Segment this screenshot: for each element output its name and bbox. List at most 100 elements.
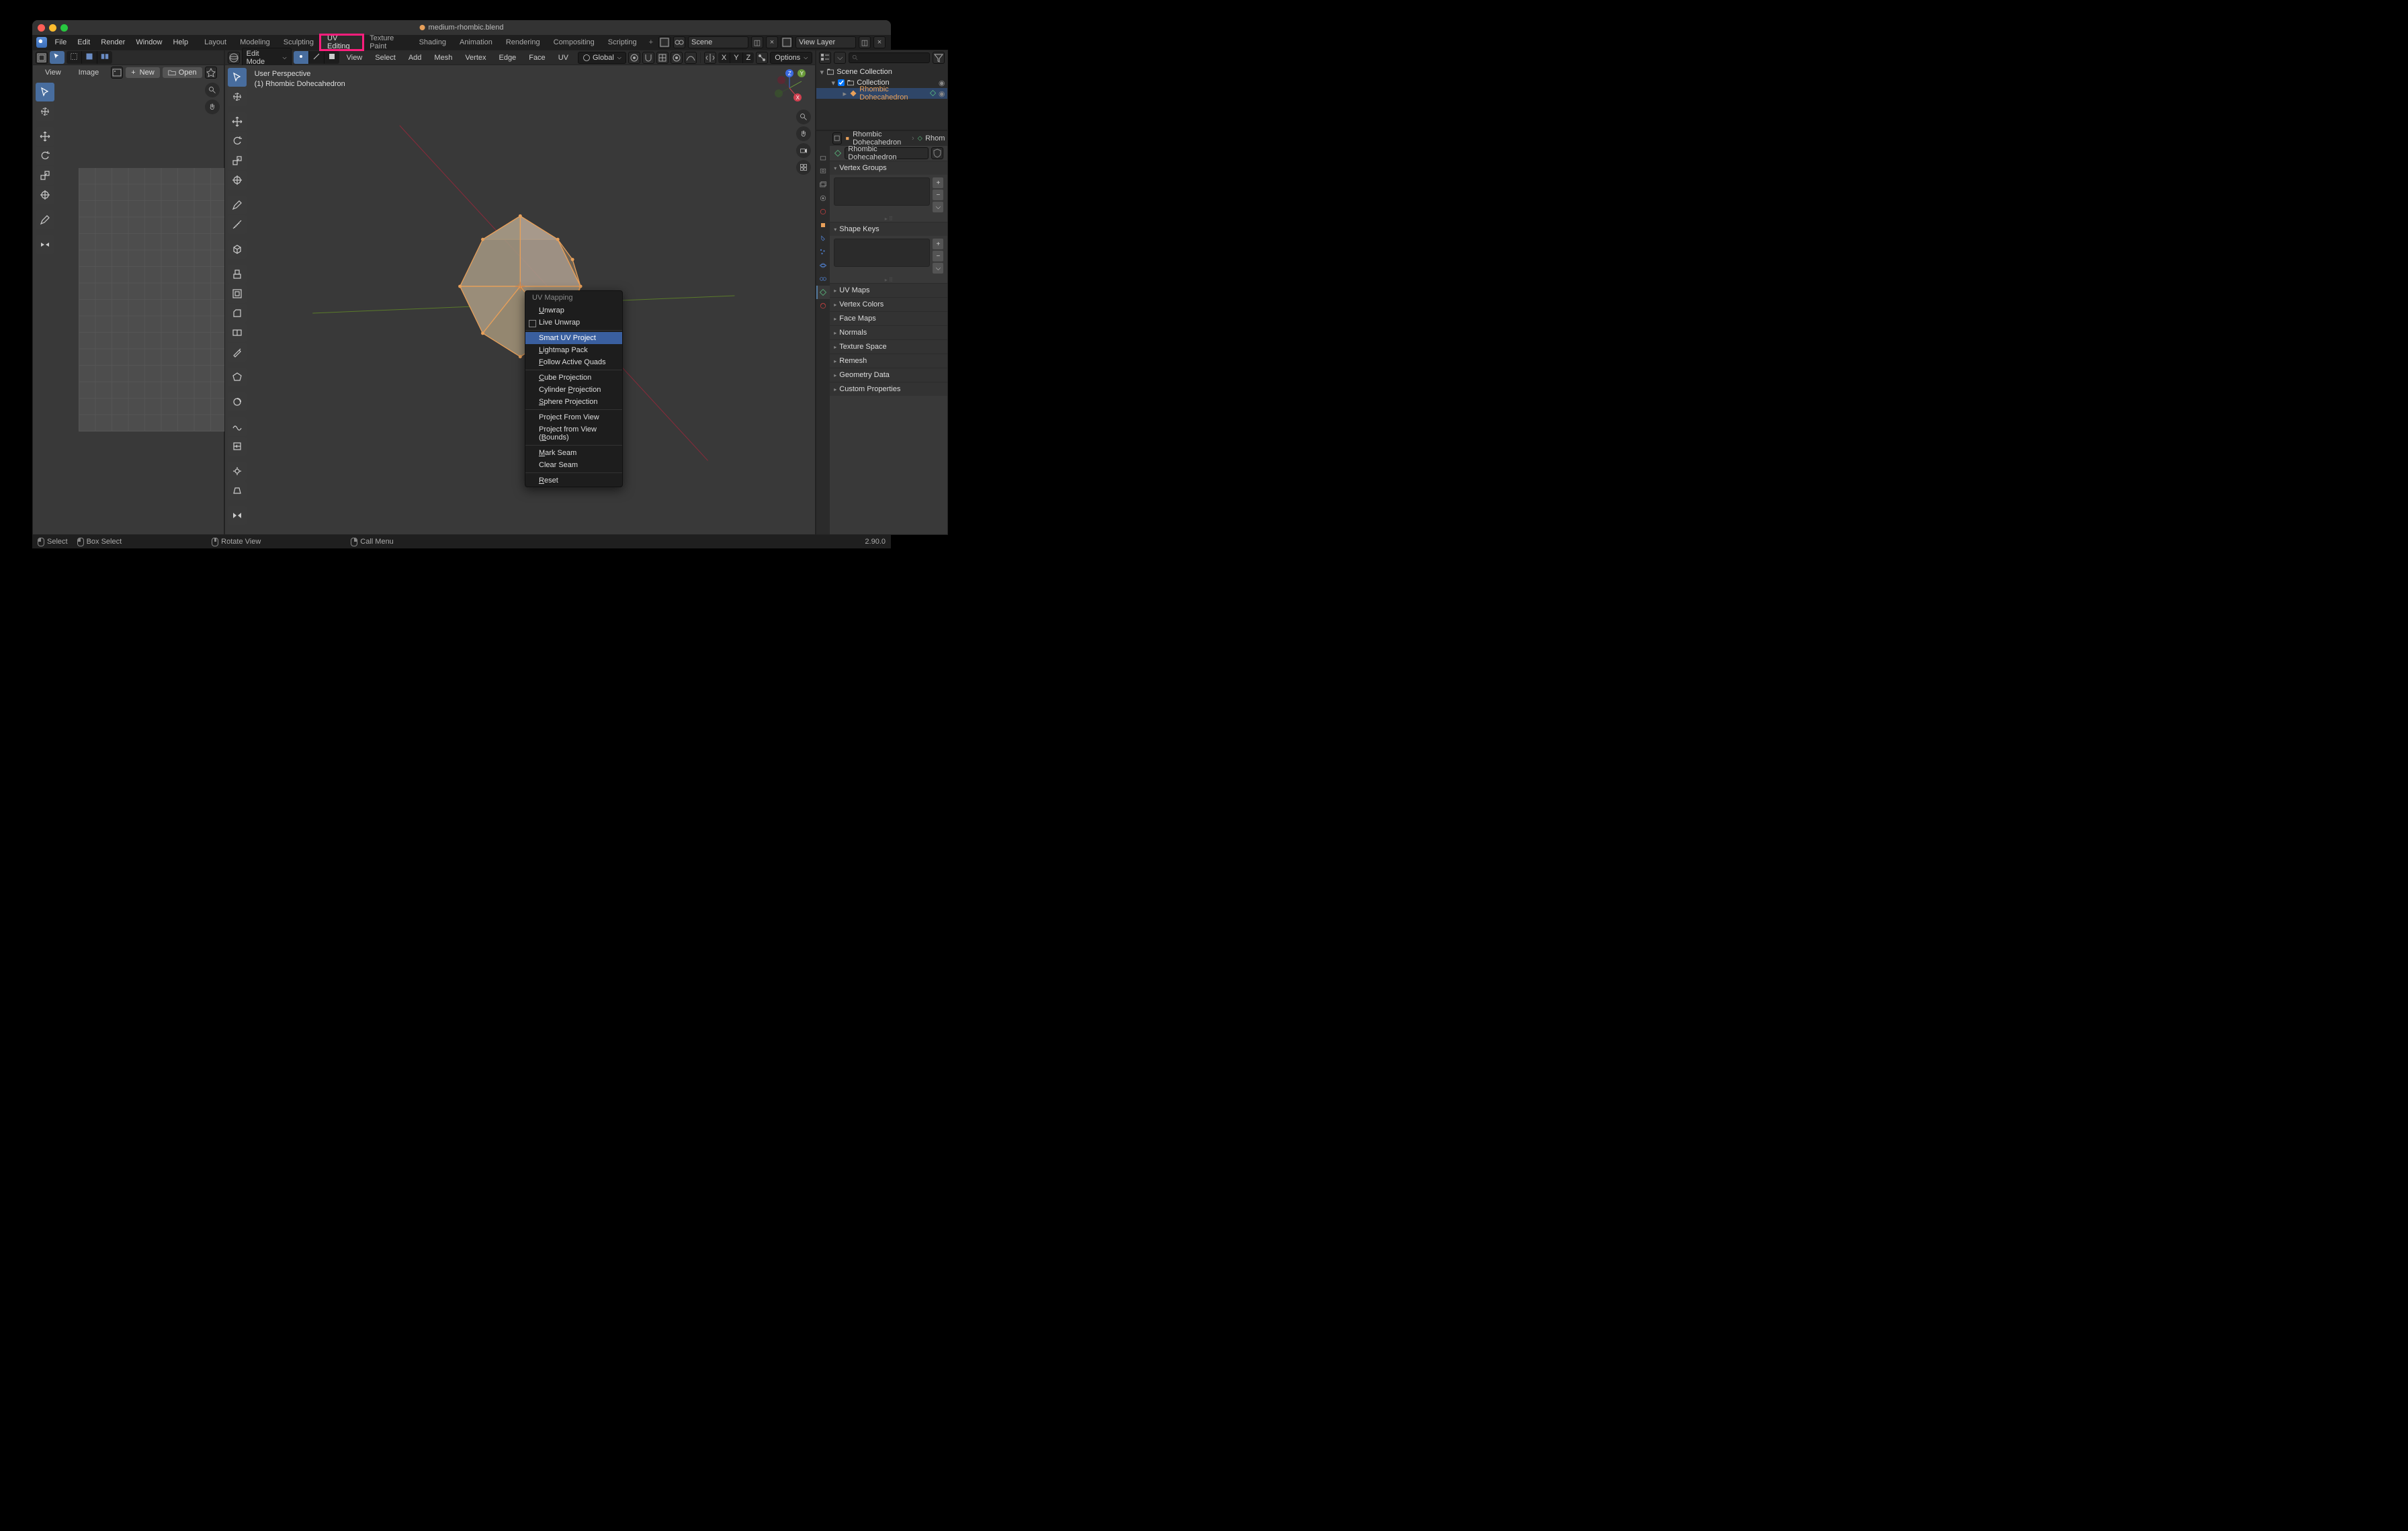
uv-sync-toggle[interactable]	[67, 51, 112, 64]
tree-scene-collection[interactable]: ▾ Scene Collection	[816, 67, 947, 77]
outliner-search[interactable]	[849, 52, 930, 63]
particle-tab-icon[interactable]	[816, 245, 830, 259]
vp-vertex-menu[interactable]: Vertex	[460, 50, 491, 65]
automerge-icon[interactable]	[756, 52, 768, 64]
menu-item-mark-seam[interactable]: Mark Seam	[525, 447, 622, 459]
vp-zoom-icon[interactable]	[796, 110, 811, 124]
workspace-tab-compositing[interactable]: Compositing	[547, 35, 601, 50]
annotate-tool[interactable]	[36, 210, 54, 229]
scene-link-icon[interactable]	[673, 36, 685, 48]
workspace-tab-uv-editing[interactable]: UV Editing	[320, 35, 363, 50]
section-vertex-groups[interactable]: Vertex Groups	[830, 161, 947, 175]
material-tab-icon[interactable]	[816, 299, 830, 313]
vp-edgeslide-tool[interactable]	[228, 437, 247, 456]
menu-item-sphere-projection[interactable]: Sphere Projection	[525, 396, 622, 408]
proportional-edit-icon[interactable]	[671, 52, 683, 64]
mirror-icon[interactable]	[704, 52, 716, 64]
window-menu[interactable]: Window	[130, 35, 167, 50]
remove-button[interactable]: −	[933, 251, 943, 261]
shield-icon[interactable]	[931, 147, 943, 159]
uv-image-menu[interactable]: Image	[73, 65, 105, 80]
edge-select-icon[interactable]	[309, 51, 325, 64]
vp-shear-tool[interactable]	[228, 481, 247, 500]
filter-icon[interactable]	[933, 52, 945, 64]
list-box[interactable]	[834, 177, 930, 206]
section-texture-space[interactable]: Texture Space	[830, 340, 947, 354]
pan-icon[interactable]	[205, 99, 220, 114]
vp-view-menu[interactable]: View	[341, 50, 368, 65]
mirror-axes[interactable]: X Y Z	[718, 52, 754, 63]
editor-type-icon[interactable]	[36, 52, 48, 64]
add-button[interactable]: +	[933, 177, 943, 188]
physics-tab-icon[interactable]	[816, 259, 830, 272]
vp-rip-tool[interactable]	[228, 506, 247, 525]
object-tab-icon[interactable]	[816, 218, 830, 232]
new-image-button[interactable]: New	[126, 67, 159, 78]
menu-item-smart-uv-project[interactable]: Smart UV Project	[525, 332, 622, 344]
pin-image-icon[interactable]	[205, 67, 217, 79]
workspace-tab-rendering[interactable]: Rendering	[499, 35, 547, 50]
vp-extrude-tool[interactable]	[228, 265, 247, 284]
viewport-canvas[interactable]: User Perspective (1) Rhombic Dohecahedro…	[225, 65, 816, 534]
mirror-x[interactable]: X	[718, 52, 730, 63]
remove-button[interactable]: −	[933, 190, 943, 200]
menu-item-follow-active-quads[interactable]: Follow Active Quads	[525, 356, 622, 368]
mesh-data-tab-icon[interactable]	[816, 286, 830, 299]
list-box[interactable]	[834, 239, 930, 267]
blender-logo-icon[interactable]	[36, 37, 47, 48]
minimize-window-button[interactable]	[49, 24, 56, 32]
display-mode-icon[interactable]: ⌵	[834, 52, 846, 64]
vp-select-tool[interactable]	[228, 68, 247, 87]
transform-tool[interactable]	[36, 185, 54, 204]
mirror-z[interactable]: Z	[743, 52, 755, 63]
mirror-y[interactable]: Y	[730, 52, 742, 63]
vp-perspective-icon[interactable]	[796, 160, 811, 175]
specials-button[interactable]: ⌵	[933, 263, 943, 274]
rip-tool[interactable]	[36, 235, 54, 254]
section-remesh[interactable]: Remesh	[830, 354, 947, 368]
workspace-tab-animation[interactable]: Animation	[453, 35, 499, 50]
file-menu[interactable]: File	[50, 35, 73, 50]
help-menu[interactable]: Help	[167, 35, 194, 50]
vertex-select-icon[interactable]	[294, 51, 309, 64]
zoom-icon[interactable]	[205, 83, 220, 97]
vp-rotate-tool[interactable]	[228, 132, 247, 151]
subpanel-handle[interactable]: ▸ ⠿	[830, 276, 947, 283]
add-button[interactable]: +	[933, 239, 943, 249]
vp-spin-tool[interactable]	[228, 392, 247, 411]
menu-item-clear-seam[interactable]: Clear Seam	[525, 459, 622, 471]
vp-add-cube-tool[interactable]	[228, 240, 247, 259]
orientation-dropdown[interactable]: Global	[578, 52, 626, 64]
mesh-name-field[interactable]: Rhombic Dohecahedron	[845, 147, 929, 159]
vp-uv-menu[interactable]: UV	[553, 50, 574, 65]
vp-add-menu[interactable]: Add	[403, 50, 427, 65]
tree-object[interactable]: ▸ Rhombic Dohecahedron ◉	[816, 88, 947, 99]
workspace-tab-texture-paint[interactable]: Texture Paint	[363, 35, 412, 50]
snap-type-icon[interactable]	[656, 52, 669, 64]
new-scene-icon[interactable]: ◫	[751, 36, 763, 48]
props-pin-icon[interactable]	[832, 132, 841, 144]
mesh-data-icon[interactable]	[929, 89, 937, 97]
vp-polybuild-tool[interactable]	[228, 368, 247, 386]
open-image-button[interactable]: Open	[163, 67, 202, 78]
viewlayer-field[interactable]: View Layer	[796, 36, 856, 48]
vp-face-menu[interactable]: Face	[523, 50, 550, 65]
snap-toggle-icon[interactable]	[642, 52, 654, 64]
options-dropdown[interactable]: Options	[770, 52, 812, 64]
axis-gizmo[interactable]: Z Y X	[771, 69, 808, 107]
zoom-window-button[interactable]	[60, 24, 68, 32]
subpanel-handle[interactable]: ▸ ⠿	[830, 215, 947, 222]
section-custom-properties[interactable]: Custom Properties	[830, 382, 947, 396]
vp-measure-tool[interactable]	[228, 215, 247, 234]
vp-bevel-tool[interactable]	[228, 304, 247, 323]
constraint-tab-icon[interactable]	[816, 272, 830, 286]
scene-browse-icon[interactable]	[658, 36, 671, 48]
edit-menu[interactable]: Edit	[72, 35, 95, 50]
vp-camera-icon[interactable]	[796, 143, 811, 158]
face-select-icon[interactable]	[325, 51, 339, 64]
breadcrumb-mesh[interactable]: Rhom	[925, 134, 945, 142]
section-uv-maps[interactable]: UV Maps	[830, 284, 947, 297]
modifier-tab-icon[interactable]	[816, 232, 830, 245]
world-tab-icon[interactable]	[816, 205, 830, 218]
menu-item-project-from-view[interactable]: Project From View	[525, 411, 622, 423]
